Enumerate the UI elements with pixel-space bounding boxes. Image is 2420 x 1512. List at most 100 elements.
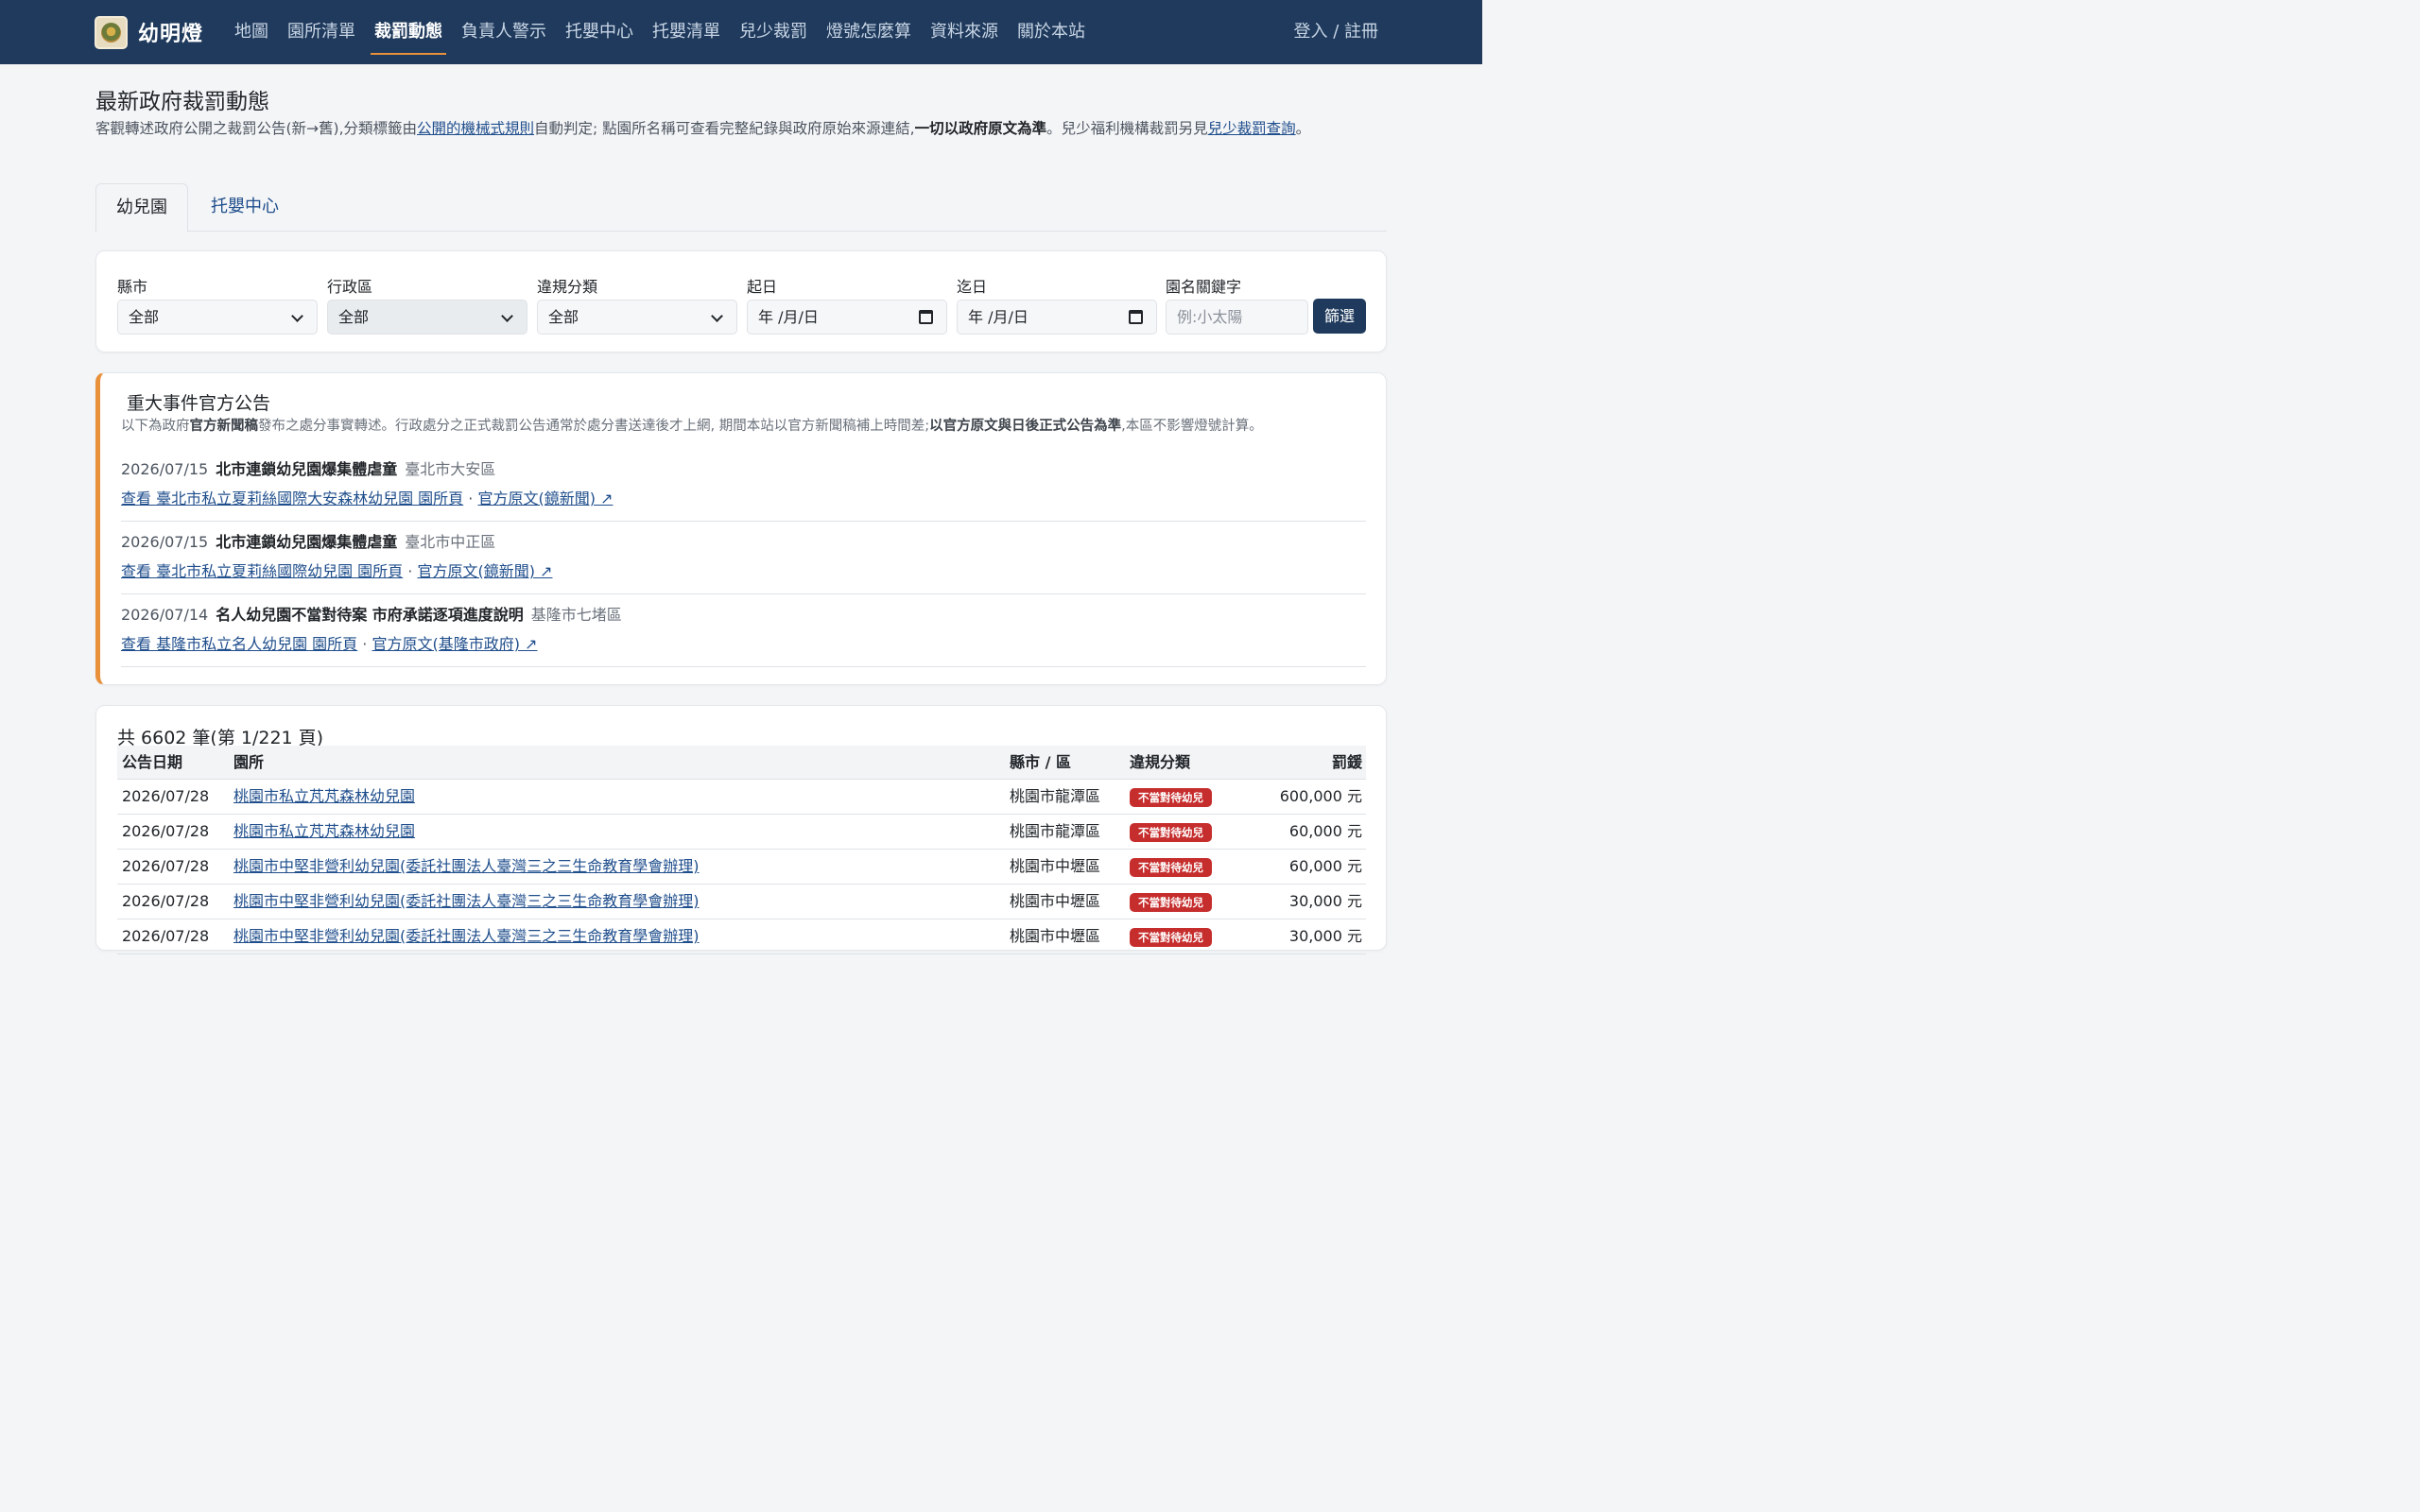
desc-emphasis: 以官方原文與日後正式公告為準: [929, 419, 1122, 434]
top-navbar: 幼明燈 地圖 園所清單 裁罰動態 負責人警示 托嬰中心 托嬰清單 兒少裁罰 燈號…: [0, 0, 1482, 64]
desc-text: 以下為政府: [121, 419, 190, 434]
category-badge: 不當對待幼兒: [1130, 892, 1212, 912]
table-row: 2026/07/28 桃園市私立芃芃森林幼兒園 桃園市龍潭區 不當對待幼兒 60…: [117, 780, 1366, 815]
link-separator: ·: [362, 635, 368, 653]
announcement-date: 2026/07/14: [121, 606, 209, 624]
intro-text: 自動判定; 點園所名稱可查看完整紀錄與政府原始來源連結,: [534, 120, 915, 137]
row-area: 桃園市中壢區: [1010, 927, 1101, 945]
nav-links: 地圖 園所清單 裁罰動態 負責人警示 托嬰中心 托嬰清單 兒少裁罰 燈號怎麼算 …: [225, 0, 1095, 64]
penalty-table: 公告日期 園所 縣市 / 區 違規分類 罰鍰 2026/07/28 桃園市私立芃…: [117, 746, 1366, 954]
nav-link-infant-centers[interactable]: 托嬰中心: [556, 0, 643, 64]
row-area: 桃園市中壢區: [1010, 892, 1101, 910]
intro-emphasis: 一切以政府原文為準: [914, 120, 1047, 137]
announcements-description: 以下為政府官方新聞稿發布之處分事實轉述。行政處分之正式裁罰公告通常於處分書送達後…: [121, 417, 1369, 436]
nav-link-infant-list[interactable]: 托嬰清單: [643, 0, 730, 64]
start-date-input[interactable]: 年 /月/日: [747, 300, 947, 335]
start-date-value: 年 /月/日: [758, 308, 819, 326]
row-date: 2026/07/28: [122, 822, 210, 840]
filter-submit-button[interactable]: 篩選: [1313, 299, 1366, 334]
nav-link-penalties[interactable]: 裁罰動態: [365, 0, 452, 64]
end-date-value: 年 /月/日: [968, 308, 1028, 326]
announcements-title: 重大事件官方公告: [127, 393, 271, 414]
rules-link[interactable]: 公開的機械式規則: [417, 120, 534, 137]
category-filter: 違規分類 全部: [537, 274, 737, 335]
penalty-table-panel: 共 6602 筆(第 1/221 頁) 公告日期 園所 縣市 / 區 違規分類 …: [95, 705, 1387, 954]
keyword-filter: 園名關鍵字 例:小太陽: [1166, 274, 1308, 335]
row-fine: 30,000 元: [1288, 892, 1362, 910]
school-link[interactable]: 桃園市中堅非營利幼兒園(委託社團法人臺灣三之三生命教育學會辦理): [233, 857, 700, 875]
keyword-placeholder: 例:小太陽: [1177, 308, 1243, 326]
category-badge: 不當對待幼兒: [1130, 857, 1212, 877]
school-page-link[interactable]: 查看 臺北市私立夏莉絲國際幼兒園 園所頁: [121, 562, 403, 580]
intro-text: 客觀轉述政府公開之裁罰公告(新→舊),分類標籤由: [95, 120, 418, 137]
announcement-item: 2026/07/15 北市連鎖幼兒園爆集體虐童 臺北市大安區 查看 臺北市私立夏莉絲…: [121, 449, 1366, 522]
login-register-link[interactable]: 登入 / 註冊: [1293, 0, 1378, 64]
desc-text: ,本區不影響燈號計算。: [1121, 419, 1263, 434]
table-row: 2026/07/28 桃園市中堅非營利幼兒園(委託社團法人臺灣三之三生命教育學會…: [117, 850, 1366, 885]
announcement-headline: 北市連鎖幼兒園爆集體虐童: [216, 460, 398, 478]
row-area: 桃園市龍潭區: [1010, 787, 1101, 805]
table-row: 2026/07/28 桃園市私立芃芃森林幼兒園 桃園市龍潭區 不當對待幼兒 60…: [117, 815, 1366, 850]
desc-emphasis: 官方新聞稿: [189, 419, 259, 434]
nav-link-data-sources[interactable]: 資料來源: [921, 0, 1008, 64]
col-school[interactable]: 園所: [233, 746, 264, 780]
official-source-link[interactable]: 官方原文(基隆市政府) ↗: [372, 635, 537, 653]
col-category[interactable]: 違規分類: [1130, 746, 1190, 780]
keyword-label: 園名關鍵字: [1166, 278, 1242, 296]
end-date-filter: 迄日 年 /月/日: [957, 274, 1157, 335]
table-header: 公告日期 園所 縣市 / 區 違規分類 罰鍰: [117, 746, 1366, 780]
col-date[interactable]: 公告日期: [122, 746, 182, 780]
category-select[interactable]: 全部: [537, 300, 737, 335]
school-page-link[interactable]: 查看 基隆市私立名人幼兒園 園所頁: [121, 635, 357, 653]
official-source-link[interactable]: 官方原文(鏡新聞) ↗: [417, 562, 552, 580]
tab-kindergarten[interactable]: 幼兒園: [95, 183, 188, 232]
col-area[interactable]: 縣市 / 區: [1010, 746, 1071, 780]
end-date-label: 迄日: [957, 278, 988, 296]
chevron-down-icon: [501, 310, 513, 322]
district-value: 全部: [338, 308, 370, 326]
brand[interactable]: 幼明燈: [95, 15, 203, 49]
col-fine[interactable]: 罰鍰: [1332, 746, 1362, 780]
nav-link-light-rules[interactable]: 燈號怎麼算: [817, 0, 921, 64]
child-penalty-link[interactable]: 兒少裁罰查詢: [1208, 120, 1296, 137]
county-label: 縣市: [117, 278, 148, 296]
school-link[interactable]: 桃園市私立芃芃森林幼兒園: [233, 822, 415, 840]
end-date-input[interactable]: 年 /月/日: [957, 300, 1157, 335]
school-page-link[interactable]: 查看 臺北市私立夏莉絲國際大安森林幼兒園 園所頁: [121, 490, 463, 507]
start-date-label: 起日: [747, 278, 778, 296]
nav-link-map[interactable]: 地圖: [225, 0, 278, 64]
start-date-filter: 起日 年 /月/日: [747, 274, 947, 335]
nav-link-school-list[interactable]: 園所清單: [278, 0, 365, 64]
nav-link-about[interactable]: 關於本站: [1008, 0, 1095, 64]
nav-link-owner-alerts[interactable]: 負責人警示: [452, 0, 556, 64]
category-value: 全部: [548, 308, 579, 326]
chevron-down-icon: [291, 310, 303, 322]
chevron-down-icon: [711, 310, 723, 322]
row-fine: 60,000 元: [1288, 857, 1362, 875]
school-link[interactable]: 桃園市中堅非營利幼兒園(委託社團法人臺灣三之三生命教育學會辦理): [233, 927, 700, 945]
district-select[interactable]: 全部: [327, 300, 527, 335]
calendar-icon[interactable]: [1129, 310, 1143, 324]
county-select[interactable]: 全部: [117, 300, 318, 335]
logo-icon: [95, 15, 128, 49]
page-title: 最新政府裁罰動態: [95, 90, 269, 114]
announcement-item: 2026/07/14 名人幼兒園不當對待案 市府承諾逐項進度說明 基隆市七堵區 查看…: [121, 594, 1366, 667]
filter-panel: 縣市 全部 行政區 全部 違規分類 全部 起日 年 /月/日 迄日 年 /月/日: [95, 250, 1387, 352]
official-announcements: 重大事件官方公告 以下為政府官方新聞稿發布之處分事實轉述。行政處分之正式裁罰公告…: [95, 372, 1387, 685]
school-link[interactable]: 桃園市私立芃芃森林幼兒園: [233, 787, 415, 805]
tab-infant-center[interactable]: 托嬰中心: [191, 183, 299, 232]
intro-text: 。兒少福利機構裁罰另見: [1046, 120, 1208, 137]
district-label: 行政區: [327, 278, 373, 296]
calendar-icon[interactable]: [919, 310, 933, 324]
announcement-date: 2026/07/15: [121, 533, 209, 551]
announcement-date: 2026/07/15: [121, 460, 209, 478]
row-date: 2026/07/28: [122, 787, 210, 805]
school-link[interactable]: 桃園市中堅非營利幼兒園(委託社團法人臺灣三之三生命教育學會辦理): [233, 892, 700, 910]
county-filter: 縣市 全部: [117, 274, 318, 335]
official-source-link[interactable]: 官方原文(鏡新聞) ↗: [477, 490, 613, 507]
link-separator: ·: [407, 562, 413, 580]
keyword-input[interactable]: 例:小太陽: [1166, 300, 1308, 335]
nav-link-child-penalties[interactable]: 兒少裁罰: [730, 0, 817, 64]
county-value: 全部: [129, 308, 160, 326]
district-filter: 行政區 全部: [327, 274, 527, 335]
